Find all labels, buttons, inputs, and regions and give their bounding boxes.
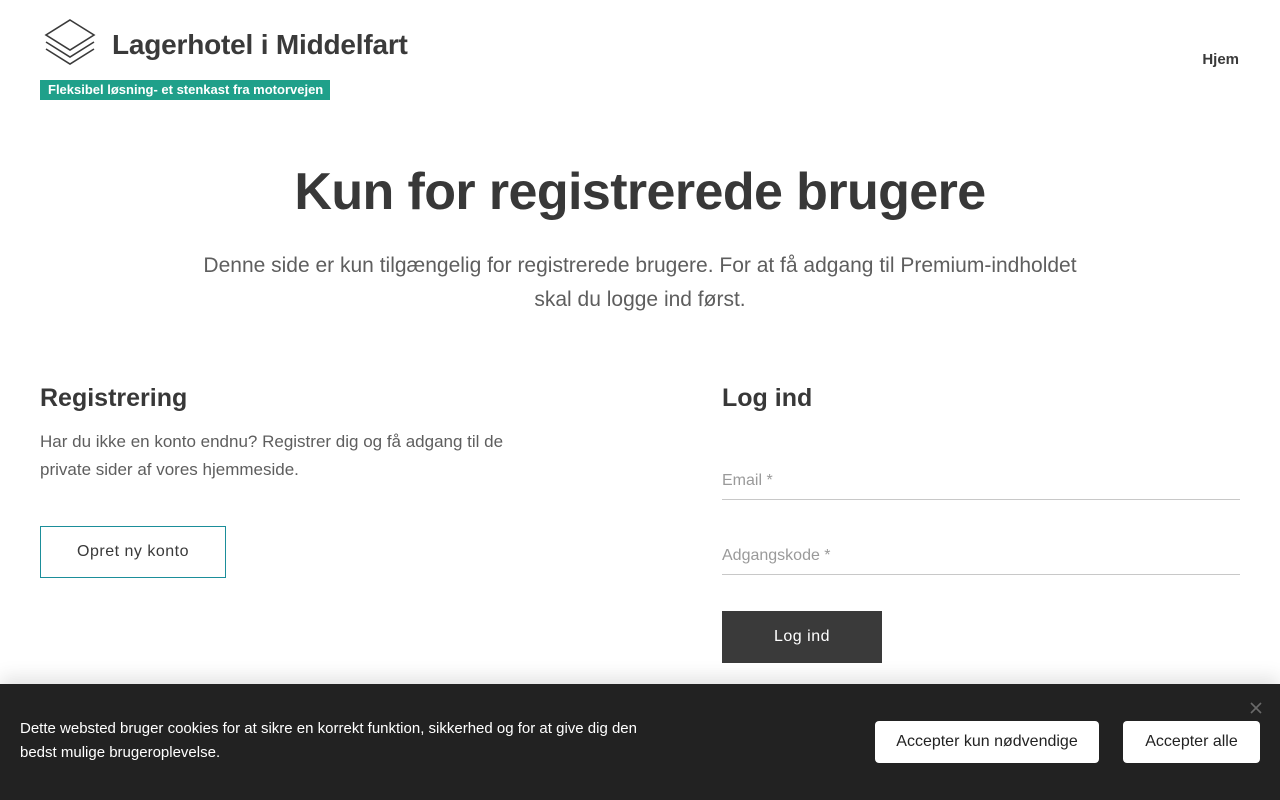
site-tagline: Fleksibel løsning- et stenkast fra motor… bbox=[40, 80, 331, 100]
registration-text: Har du ikke en konto endnu? Registrer di… bbox=[40, 432, 504, 479]
accept-all-button[interactable]: Accepter alle bbox=[1123, 721, 1260, 763]
accept-necessary-button[interactable]: Accepter kun nødvendige bbox=[875, 721, 1099, 763]
close-icon[interactable] bbox=[1246, 698, 1266, 718]
email-field[interactable] bbox=[722, 464, 1240, 498]
site-logo-link[interactable]: Lagerhotel i Middelfart bbox=[44, 18, 408, 72]
page-title: Kun for registrerede brugere bbox=[294, 163, 986, 221]
password-field[interactable] bbox=[722, 539, 1240, 573]
login-button[interactable]: Log ind bbox=[722, 611, 882, 663]
site-title: Lagerhotel i Middelfart bbox=[112, 29, 408, 60]
password-field-wrapper bbox=[722, 539, 1240, 575]
cookie-banner: Dette websted bruger cookies for at sikr… bbox=[0, 684, 1280, 800]
page-intro: Denne side er kun tilgængelig for regist… bbox=[203, 254, 1077, 311]
email-field-wrapper bbox=[722, 464, 1240, 500]
cookie-text: Dette websted bruger cookies for at sikr… bbox=[20, 720, 637, 761]
page: Lagerhotel i Middelfart Fleksibel løsnin… bbox=[0, 0, 1280, 800]
stacked-layers-icon bbox=[44, 19, 96, 65]
registration-heading: Registrering bbox=[40, 384, 188, 412]
create-account-button[interactable]: Opret ny konto bbox=[40, 526, 226, 578]
nav-item-home[interactable]: Hjem bbox=[1202, 51, 1239, 68]
login-heading: Log ind bbox=[722, 384, 813, 412]
